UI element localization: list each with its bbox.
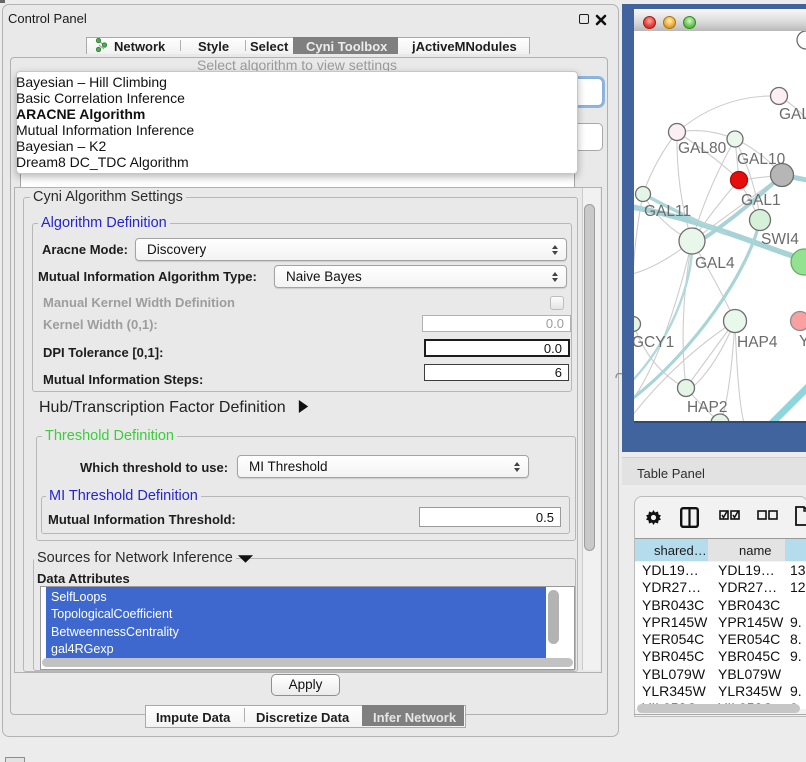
svg-text:HAP4: HAP4 — [737, 334, 778, 351]
svg-text:GAL4: GAL4 — [695, 255, 735, 272]
svg-text:GAL11: GAL11 — [644, 203, 691, 220]
svg-text:GAL2: GAL2 — [779, 106, 806, 123]
svg-text:GCY1: GCY1 — [634, 334, 674, 351]
svg-text:SWI4: SWI4 — [761, 231, 799, 248]
svg-text:GAL1: GAL1 — [741, 192, 781, 209]
svg-text:HAP2: HAP2 — [687, 399, 728, 416]
svg-text:GAL80: GAL80 — [678, 140, 727, 157]
svg-text:GAL10: GAL10 — [737, 151, 786, 168]
svg-text:Y: Y — [799, 333, 806, 350]
